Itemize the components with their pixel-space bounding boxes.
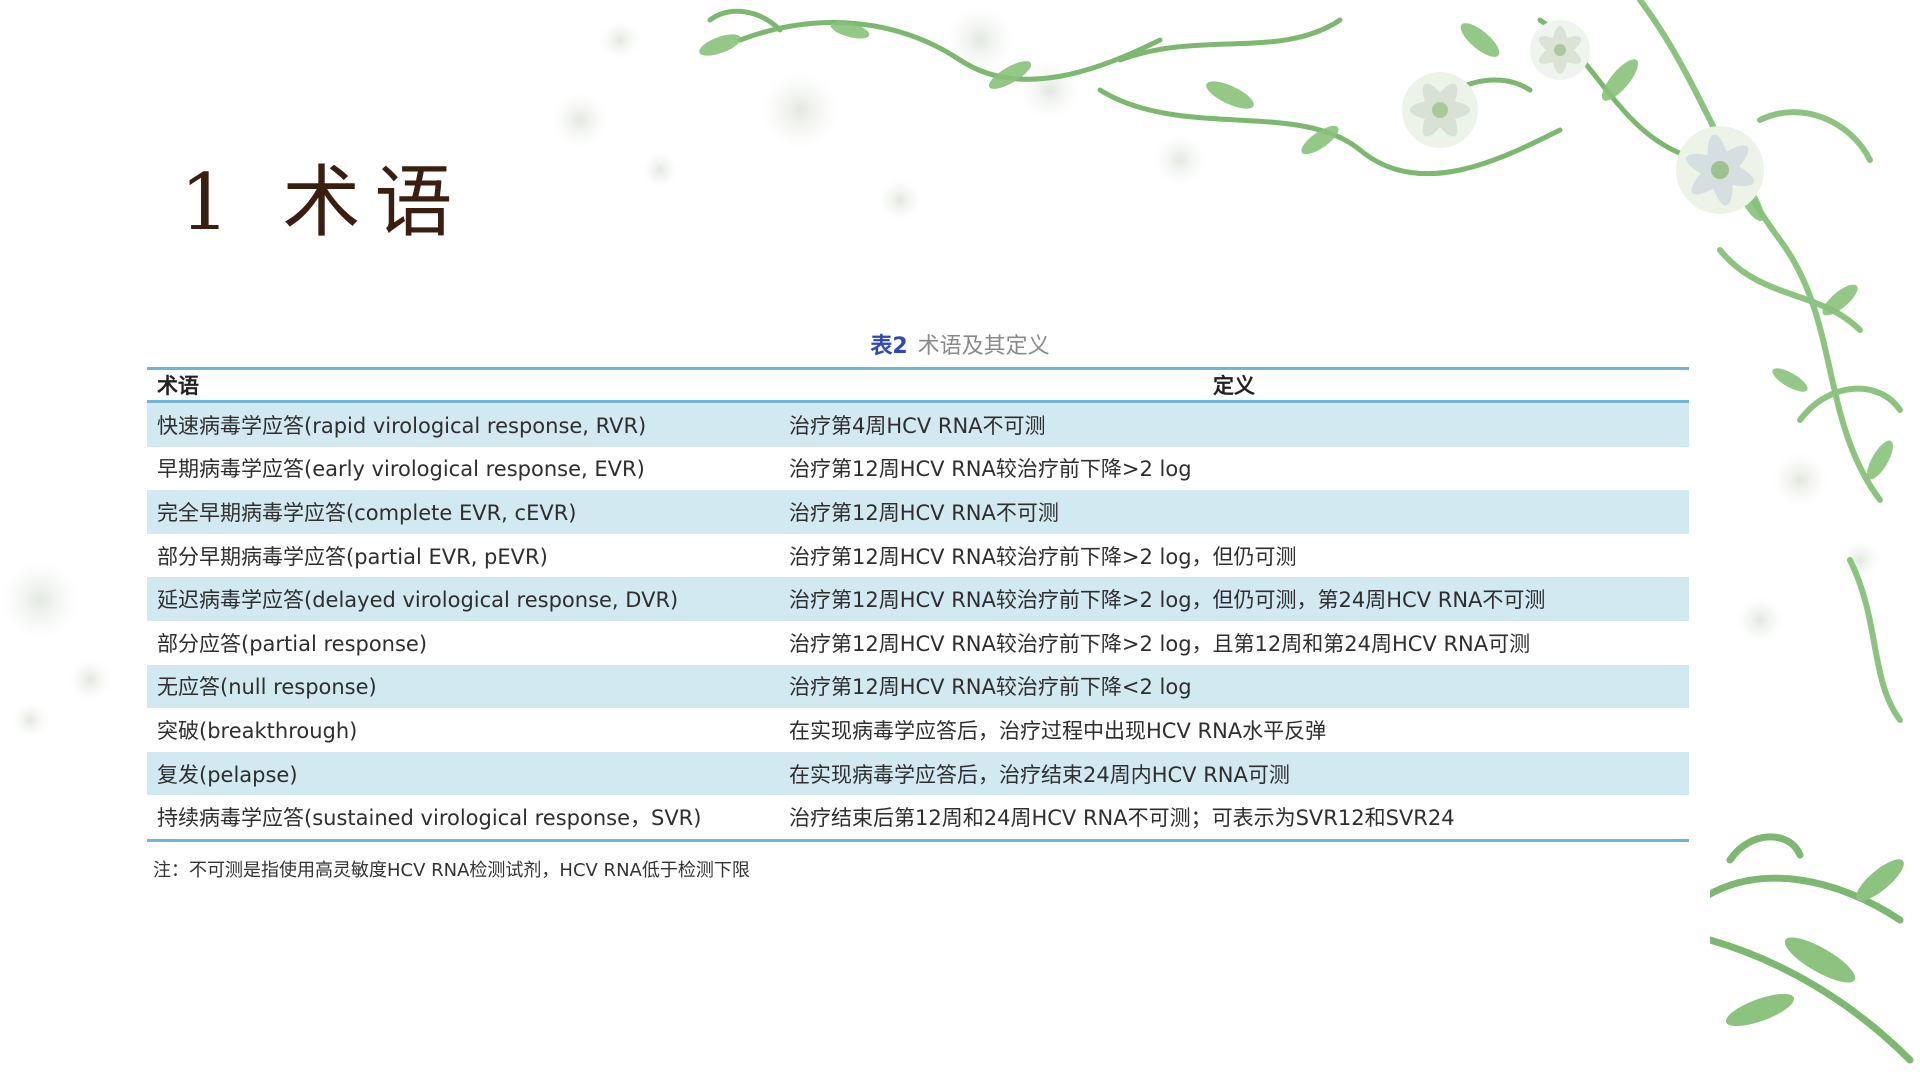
table-row: 无应答(null response) 治疗第12周HCV RNA较治疗前下降<2… (147, 664, 1689, 709)
definition-cell: 治疗第4周HCV RNA不可测 (779, 401, 1689, 447)
definition-cell: 在实现病毒学应答后，治疗结束24周内HCV RNA可测 (779, 751, 1689, 796)
definition-cell: 治疗第12周HCV RNA较治疗前下降<2 log (779, 664, 1689, 709)
term-cell: 复发(pelapse) (147, 751, 779, 796)
term-cell: 持续病毒学应答(sustained virological response，S… (157, 806, 702, 831)
term-cell: 快速病毒学应答(rapid virological response, RVR) (147, 401, 779, 447)
terms-table: 术语 定义 快速病毒学应答(rapid virological response… (147, 367, 1689, 842)
table-row: 完全早期病毒学应答(complete EVR, cEVR) 治疗第12周HCV … (147, 490, 1689, 534)
header-definition: 定义 (779, 368, 1689, 403)
term-cell: 延迟病毒学应答(delayed virological response, DV… (147, 577, 779, 621)
definition-cell: 治疗第12周HCV RNA较治疗前下降>2 log，但仍可测 (789, 544, 1297, 569)
table-footnote: 注：不可测是指使用高灵敏度HCV RNA检测试剂，HCV RNA低于检测下限 (153, 860, 750, 881)
header-term: 术语 (147, 368, 779, 403)
definition-cell: 治疗结束后第12周和24周HCV RNA不可测；可表示为SVR12和SVR24 (789, 806, 1455, 831)
table-row: 部分早期病毒学应答(partial EVR, pEVR) 治疗第12周HCV R… (147, 534, 1689, 578)
table-header-row: 术语 定义 (147, 368, 1689, 403)
table-row: 持续病毒学应答(sustained virological response，S… (147, 795, 1689, 840)
table-row: 部分应答(partial response) 治疗第12周HCV RNA较治疗前… (147, 621, 1689, 665)
term-cell: 突破(breakthrough) (157, 718, 358, 743)
term-cell: 无应答(null response) (147, 664, 779, 709)
table-caption-text: 术语及其定义 (917, 334, 1050, 359)
definition-cell: 治疗第12周HCV RNA较治疗前下降>2 log，且第12周和第24周HCV … (789, 631, 1531, 656)
table-row: 早期病毒学应答(early virological response, EVR)… (147, 447, 1689, 491)
table-row: 快速病毒学应答(rapid virological response, RVR)… (147, 401, 1689, 447)
term-cell: 部分早期病毒学应答(partial EVR, pEVR) (157, 544, 548, 569)
table-caption-number: 表2 (870, 334, 908, 359)
definition-cell: 在实现病毒学应答后，治疗过程中出现HCV RNA水平反弹 (789, 718, 1327, 743)
term-cell: 部分应答(partial response) (157, 631, 428, 656)
definition-cell: 治疗第12周HCV RNA较治疗前下降>2 log (789, 457, 1192, 482)
table-row: 延迟病毒学应答(delayed virological response, DV… (147, 577, 1689, 621)
definition-cell: 治疗第12周HCV RNA不可测 (779, 490, 1689, 534)
slide-title: 1 术语 (180, 158, 467, 248)
table-caption: 表2 术语及其定义 (0, 328, 1920, 360)
term-cell: 早期病毒学应答(early virological response, EVR) (157, 457, 645, 482)
table-row: 复发(pelapse) 在实现病毒学应答后，治疗结束24周内HCV RNA可测 (147, 751, 1689, 796)
term-cell: 完全早期病毒学应答(complete EVR, cEVR) (147, 490, 779, 534)
table-row: 突破(breakthrough) 在实现病毒学应答后，治疗过程中出现HCV RN… (147, 708, 1689, 752)
definition-cell: 治疗第12周HCV RNA较治疗前下降>2 log，但仍可测，第24周HCV R… (779, 577, 1689, 621)
